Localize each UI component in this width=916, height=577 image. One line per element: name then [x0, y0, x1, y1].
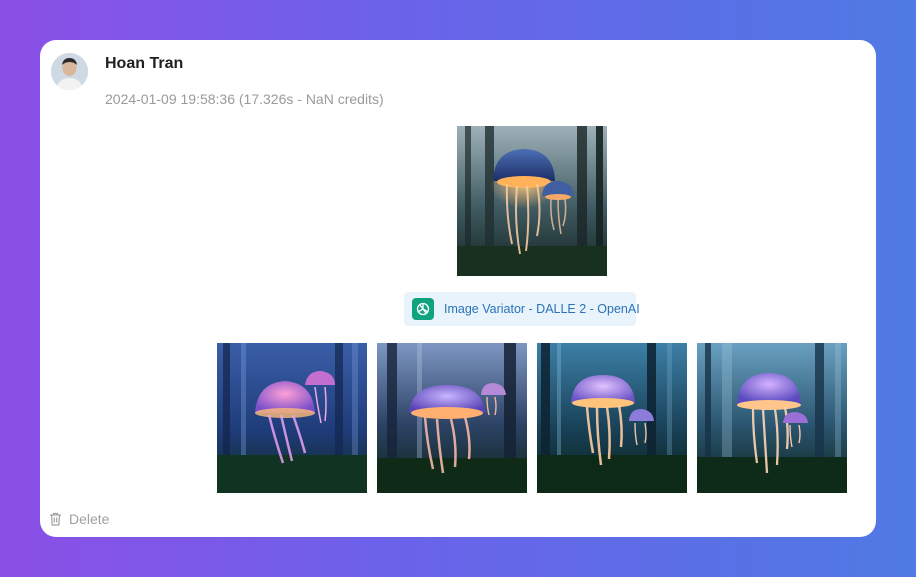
message-meta: 2024-01-09 19:58:36 (17.326s - NaN credi…: [105, 91, 384, 107]
source-image[interactable]: [457, 126, 607, 276]
model-chip[interactable]: Image Variator - DALLE 2 - OpenAI: [404, 292, 640, 326]
variation-image-4[interactable]: [697, 343, 847, 493]
model-label: Image Variator - DALLE 2 - OpenAI: [444, 302, 640, 316]
delete-button[interactable]: Delete: [49, 511, 109, 527]
variation-image-1[interactable]: [217, 343, 367, 493]
delete-label: Delete: [69, 511, 110, 527]
variation-image-3[interactable]: [537, 343, 687, 493]
user-name: Hoan Tran: [105, 55, 184, 72]
variations-grid: [217, 343, 847, 493]
message-card: Hoan Tran 2024-01-09 19:58:36 (17.326s -…: [40, 40, 876, 537]
openai-logo-icon: [412, 298, 434, 320]
user-avatar[interactable]: [51, 53, 88, 90]
variation-image-2[interactable]: [377, 343, 527, 493]
trash-icon: [49, 512, 62, 526]
